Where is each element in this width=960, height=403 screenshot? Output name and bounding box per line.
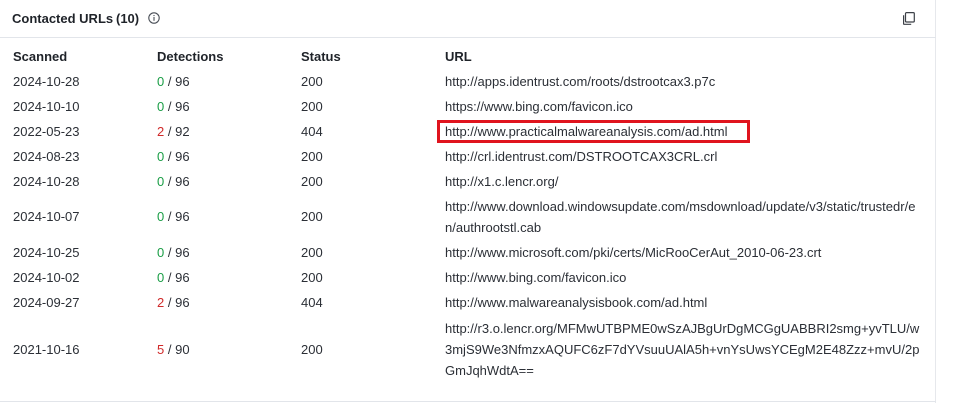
contacted-urls-panel: Contacted URLs (10) Scanned Detections S… — [0, 0, 936, 403]
column-header-url[interactable]: URL — [445, 49, 472, 64]
status-code: 404 — [301, 295, 323, 310]
detections: 2 / 96 — [157, 295, 190, 310]
detection-count: 0 — [157, 245, 165, 260]
status-code: 200 — [301, 174, 323, 189]
highlight-box — [437, 120, 750, 143]
url-link[interactable]: http://www.malwareanalysisbook.com/ad.ht… — [445, 292, 923, 313]
scanned-date: 2024-10-10 — [13, 99, 80, 114]
status-code: 200 — [301, 270, 323, 285]
engine-total: / 96 — [167, 74, 190, 89]
url-link[interactable]: https://www.bing.com/favicon.ico — [445, 96, 923, 117]
status-code: 404 — [301, 124, 323, 139]
url-link[interactable]: http://www.microsoft.com/pki/certs/MicRo… — [445, 242, 923, 263]
status-code: 200 — [301, 342, 323, 357]
copy-icon[interactable] — [902, 12, 915, 25]
detection-count: 0 — [157, 99, 165, 114]
url-link[interactable]: http://apps.identrust.com/roots/dstrootc… — [445, 71, 923, 92]
status-code: 200 — [301, 74, 323, 89]
status-code: 200 — [301, 99, 323, 114]
scanned-date: 2024-08-23 — [13, 149, 80, 164]
detection-count: 0 — [157, 270, 165, 285]
url-link[interactable]: http://x1.c.lencr.org/ — [445, 171, 923, 192]
table-row: 2021-10-16 5 / 90 200 http://r3.o.lencr.… — [0, 318, 936, 382]
detections: 0 / 96 — [157, 270, 190, 285]
scanned-date: 2024-10-07 — [13, 209, 80, 224]
status-code: 200 — [301, 149, 323, 164]
scanned-date: 2024-09-27 — [13, 295, 80, 310]
engine-total: / 90 — [167, 342, 190, 357]
detection-count: 2 — [157, 295, 165, 310]
column-header-status[interactable]: Status — [301, 49, 341, 64]
detections: 0 / 96 — [157, 174, 190, 189]
scanned-date: 2024-10-28 — [13, 174, 80, 189]
detection-count: 0 — [157, 209, 165, 224]
detections: 0 / 96 — [157, 209, 190, 224]
detections: 2 / 92 — [157, 124, 190, 139]
url-link[interactable]: http://www.download.windowsupdate.com/ms… — [445, 196, 919, 238]
url-link[interactable]: http://crl.identrust.com/DSTROOTCAX3CRL.… — [445, 146, 923, 167]
info-circle-icon[interactable] — [148, 12, 160, 24]
column-header-detections[interactable]: Detections — [157, 49, 223, 64]
detections: 0 / 96 — [157, 74, 190, 89]
detection-count: 0 — [157, 174, 165, 189]
panel-title: Contacted URLs — [12, 11, 114, 26]
url-count: (10) — [116, 11, 140, 26]
scanned-date: 2024-10-25 — [13, 245, 80, 260]
engine-total: / 96 — [167, 270, 190, 285]
column-header-scanned[interactable]: Scanned — [13, 49, 67, 64]
panel-header: Contacted URLs (10) — [0, 0, 936, 38]
detection-count: 2 — [157, 124, 165, 139]
detection-count: 0 — [157, 149, 165, 164]
engine-total: / 96 — [167, 245, 190, 260]
url-link[interactable]: http://www.bing.com/favicon.ico — [445, 267, 923, 288]
scanned-date: 2021-10-16 — [13, 342, 80, 357]
detections: 5 / 90 — [157, 342, 190, 357]
table-row: 2024-10-07 0 / 96 200 http://www.downloa… — [0, 196, 936, 240]
engine-total: / 96 — [167, 149, 190, 164]
detections: 0 / 96 — [157, 245, 190, 260]
status-code: 200 — [301, 209, 323, 224]
engine-total: / 96 — [167, 99, 190, 114]
engine-total: / 96 — [167, 295, 190, 310]
table-row: 2024-09-27 2 / 96 404 http://www.malware… — [0, 295, 936, 320]
detection-count: 0 — [157, 74, 165, 89]
detections: 0 / 96 — [157, 149, 190, 164]
detections: 0 / 96 — [157, 99, 190, 114]
divider — [0, 401, 936, 402]
engine-total: / 92 — [167, 124, 190, 139]
status-code: 200 — [301, 245, 323, 260]
engine-total: / 96 — [167, 209, 190, 224]
engine-total: / 96 — [167, 174, 190, 189]
scanned-date: 2022-05-23 — [13, 124, 80, 139]
url-link[interactable]: http://r3.o.lencr.org/MFMwUTBPME0wSzAJBg… — [445, 318, 921, 381]
detection-count: 5 — [157, 342, 165, 357]
scanned-date: 2024-10-02 — [13, 270, 80, 285]
scanned-date: 2024-10-28 — [13, 74, 80, 89]
